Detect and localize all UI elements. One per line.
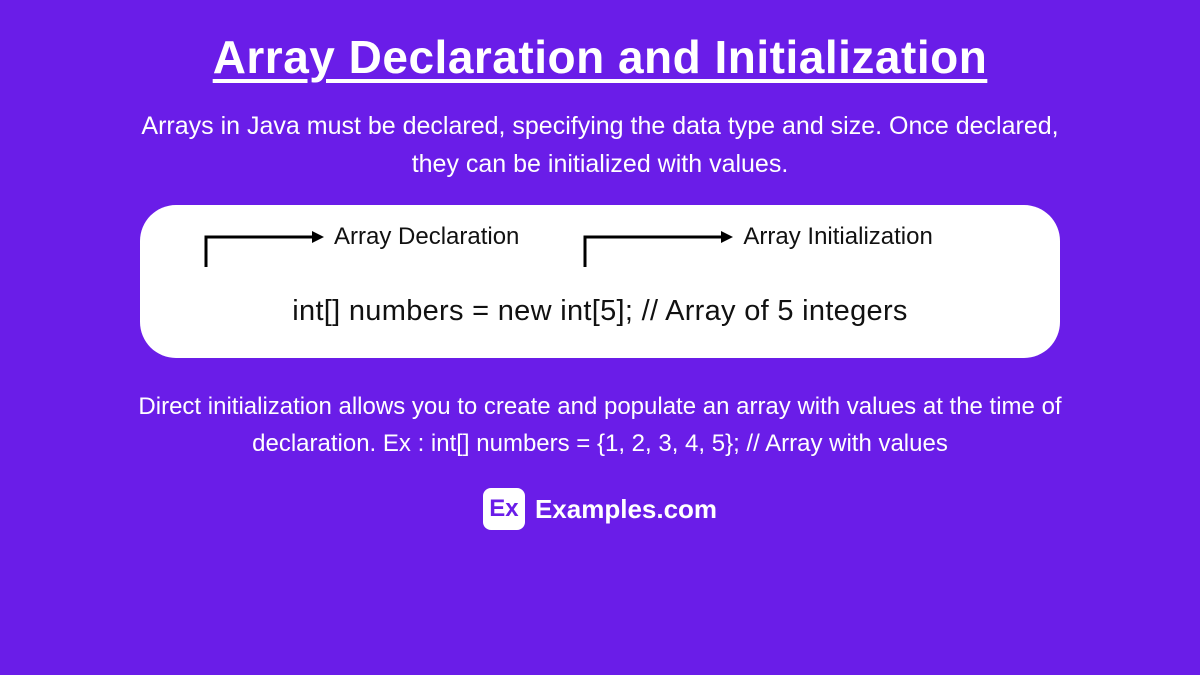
code-snippet: int[] numbers = new int[5]; // Array of … — [180, 295, 1020, 328]
brand-logo: Ex Examples.com — [483, 488, 717, 530]
arrow-right-icon — [579, 227, 739, 271]
code-annotations: Array Declaration Array Initialization — [180, 227, 1020, 271]
annotation-label: Array Declaration — [334, 223, 519, 251]
arrow-right-icon — [200, 227, 330, 271]
brand-icon: Ex — [483, 488, 525, 530]
code-example-box: Array Declaration Array Initialization i… — [140, 205, 1060, 358]
intro-description: Arrays in Java must be declared, specify… — [120, 108, 1080, 183]
footer-description: Direct initialization allows you to crea… — [120, 388, 1080, 462]
brand-name: Examples.com — [535, 494, 717, 525]
page-title: Array Declaration and Initialization — [213, 30, 988, 84]
annotation-label: Array Initialization — [743, 223, 932, 251]
annotation-initialization: Array Initialization — [579, 227, 932, 271]
annotation-declaration: Array Declaration — [200, 227, 519, 271]
